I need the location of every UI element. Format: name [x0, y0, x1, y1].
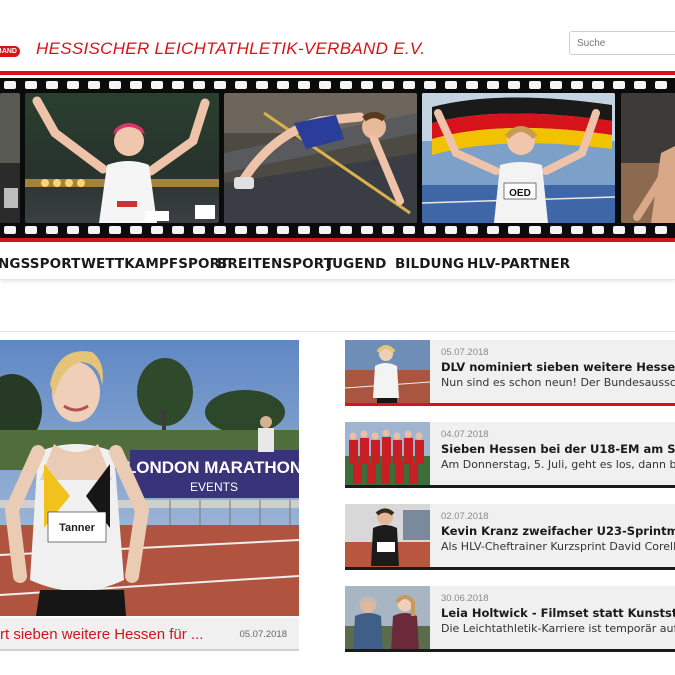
news-date: 02.07.2018: [441, 511, 489, 522]
news-teaser: Als HLV-Cheftrainer Kurzsprint David Cor…: [441, 540, 675, 553]
site-header: BAND HESSISCHER LEICHTATHLETIK-VERBAND E…: [0, 0, 675, 72]
news-date: 05.07.2018: [441, 347, 489, 358]
main-nav: NGSSPORT WETTKAMPFSPORT BREITENSPORT JUG…: [0, 248, 675, 280]
nav-item-breitensport[interactable]: BREITENSPORT: [217, 256, 333, 272]
news-thumbnail[interactable]: [345, 422, 430, 488]
content-divider: [0, 331, 675, 332]
search-input[interactable]: [569, 31, 675, 55]
hero-filmstrip: OED: [0, 78, 675, 238]
news-item[interactable]: 04.07.2018 Sieben Hessen bei der U18-EM …: [345, 422, 675, 488]
news-title[interactable]: DLV nominiert sieben weitere Hessen für …: [441, 360, 675, 374]
nav-red-bar: [0, 238, 675, 242]
site-title[interactable]: HESSISCHER LEICHTATHLETIK-VERBAND E.V.: [36, 39, 425, 59]
filmstrip-photo-1[interactable]: [0, 93, 20, 223]
nav-item-hlv-partner[interactable]: HLV-PARTNER: [467, 256, 570, 272]
featured-article[interactable]: LONDON MARATHON EVENTS Tanner rt sieben …: [0, 340, 299, 651]
news-date: 30.06.2018: [441, 593, 489, 604]
filmstrip-photo-3[interactable]: [224, 93, 417, 223]
filmstrip-holes-top: [0, 81, 675, 90]
bib-name-text: Tanner: [59, 522, 96, 534]
nav-item-bildung[interactable]: BILDUNG: [395, 256, 464, 272]
news-thumbnail[interactable]: [345, 504, 430, 570]
featured-date: 05.07.2018: [239, 629, 287, 640]
featured-photo[interactable]: LONDON MARATHON EVENTS Tanner: [0, 340, 299, 616]
featured-title[interactable]: rt sieben weitere Hessen für ...: [0, 626, 203, 643]
news-underline: [345, 485, 675, 488]
nav-item-wettkampfsport[interactable]: WETTKAMPFSPORT: [81, 256, 229, 272]
news-active-underline: [345, 403, 675, 406]
news-thumbnail[interactable]: [345, 586, 430, 652]
news-item[interactable]: 02.07.2018 Kevin Kranz zweifacher U23-Sp…: [345, 504, 675, 570]
filmstrip-bib-text: OED: [509, 188, 531, 199]
filmstrip-photo-5[interactable]: [621, 93, 675, 223]
filmstrip-photo-2[interactable]: [25, 93, 219, 223]
news-teaser: Die Leichtathletik-Karriere ist temporär…: [441, 622, 675, 635]
news-underline: [345, 567, 675, 570]
photo-banner-subtext: EVENTS: [190, 480, 238, 494]
news-date: 04.07.2018: [441, 429, 489, 440]
filmstrip-holes-bottom: [0, 226, 675, 235]
news-item[interactable]: 30.06.2018 Leia Holtwick - Filmset statt…: [345, 586, 675, 652]
nav-item-jugend[interactable]: JUGEND: [327, 256, 386, 272]
news-title[interactable]: Sieben Hessen bei der U18-EM am Start!: [441, 442, 675, 456]
filmstrip-photo-4[interactable]: OED: [422, 93, 615, 223]
news-teaser: Nun sind es schon neun! Der Bundesaussch…: [441, 376, 675, 389]
header-red-bar: [0, 71, 675, 75]
news-item[interactable]: 05.07.2018 DLV nominiert sieben weitere …: [345, 340, 675, 406]
news-underline: [345, 649, 675, 652]
news-title[interactable]: Kevin Kranz zweifacher U23-Sprintmeister: [441, 524, 675, 538]
photo-banner-text: LONDON MARATHON: [126, 458, 299, 477]
nav-item-leistungssport[interactable]: NGSSPORT: [0, 256, 80, 272]
featured-caption[interactable]: rt sieben weitere Hessen für ... 05.07.2…: [0, 618, 299, 649]
news-thumbnail[interactable]: [345, 340, 430, 406]
news-title[interactable]: Leia Holtwick - Filmset statt Kunststoff…: [441, 606, 675, 620]
news-teaser: Am Donnerstag, 5. Juli, geht es los, dan…: [441, 458, 675, 471]
logo-badge[interactable]: BAND: [0, 46, 20, 57]
